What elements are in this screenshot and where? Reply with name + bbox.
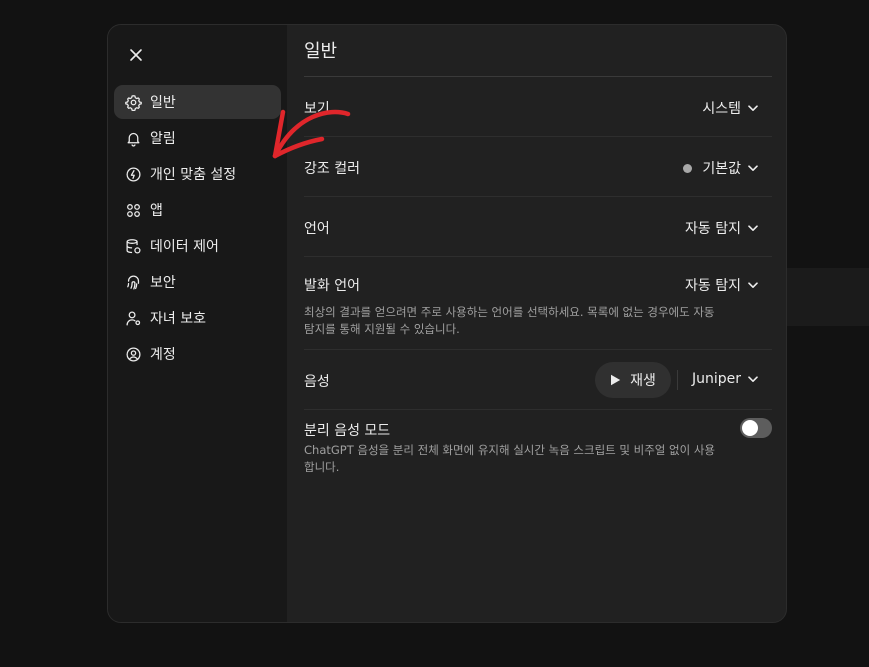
toggle-knob	[742, 420, 758, 436]
gear-icon	[124, 93, 142, 111]
sidebar-item-data-controls[interactable]: 데이터 제어	[114, 229, 281, 263]
spoken-language-label: 발화 언어	[304, 278, 360, 294]
sidebar-item-account[interactable]: 계정	[114, 337, 281, 371]
close-button[interactable]	[122, 41, 150, 69]
voice-dropdown[interactable]: Juniper	[692, 371, 758, 387]
setting-row-spoken-language: 발화 언어 자동 탐지 최상의 결과를 얻으려면 주로 사용하는 언어를 선택하…	[304, 257, 772, 350]
divider	[677, 370, 678, 390]
chevron-down-icon	[748, 164, 758, 172]
fingerprint-icon	[124, 273, 142, 291]
separate-voice-mode-label: 분리 음성 모드	[304, 423, 391, 439]
separate-voice-mode-description: ChatGPT 음성을 분리 전체 화면에 유지해 실시간 녹음 스크립트 및 …	[304, 443, 716, 474]
backdrop-panel	[786, 268, 869, 326]
sidebar-item-personalization[interactable]: 개인 맞춤 설정	[114, 157, 281, 191]
close-icon	[130, 49, 142, 61]
sidebar-item-label: 알림	[150, 131, 176, 147]
sidebar-item-label: 개인 맞춤 설정	[150, 167, 237, 183]
bell-icon	[124, 129, 142, 147]
play-label: 재생	[630, 373, 656, 389]
settings-nav: 일반 알림 개인 맞춤 설정 앱 데이터 제어 보안 자녀 보호 계정	[114, 85, 281, 373]
spoken-language-value: 자동 탐지	[685, 278, 741, 294]
accent-color-swatch	[683, 163, 693, 173]
sidebar-item-parental-controls[interactable]: 자녀 보호	[114, 301, 281, 335]
chevron-down-icon	[748, 224, 758, 232]
play-voice-button[interactable]: 재생	[595, 362, 671, 398]
accent-color-value: 기본값	[702, 161, 741, 177]
setting-row-separate-voice-mode: 분리 음성 모드 ChatGPT 음성을 분리 전체 화면에 유지해 실시간 녹…	[304, 410, 772, 490]
settings-modal: 일반 알림 개인 맞춤 설정 앱 데이터 제어 보안 자녀 보호 계정 일반 보…	[107, 24, 787, 623]
sidebar-item-label: 계정	[150, 347, 176, 363]
voice-label: 음성	[304, 374, 330, 390]
play-icon	[610, 374, 621, 386]
chevron-down-icon	[748, 375, 758, 383]
sidebar-item-label: 자녀 보호	[150, 311, 206, 327]
setting-row-appearance: 보기 시스템	[304, 77, 772, 137]
apps-grid-icon	[124, 201, 142, 219]
sidebar-item-apps[interactable]: 앱	[114, 193, 281, 227]
spoken-language-description: 최상의 결과를 얻으려면 주로 사용하는 언어를 선택하세요. 목록에 없는 경…	[304, 305, 715, 336]
setting-row-voice: 음성 재생 Juniper	[304, 350, 772, 410]
sidebar-item-general[interactable]: 일반	[114, 85, 281, 119]
sidebar-item-label: 앱	[150, 203, 163, 219]
chevron-down-icon	[748, 104, 758, 112]
appearance-label: 보기	[304, 101, 330, 117]
spoken-language-dropdown[interactable]: 자동 탐지	[685, 275, 758, 295]
setting-row-accent-color: 강조 컬러 기본값	[304, 137, 772, 197]
separate-voice-mode-toggle[interactable]	[740, 418, 772, 438]
account-icon	[124, 345, 142, 363]
appearance-value: 시스템	[702, 101, 741, 117]
appearance-dropdown[interactable]: 시스템	[702, 98, 758, 118]
personalization-icon	[124, 165, 142, 183]
accent-color-label: 강조 컬러	[304, 161, 360, 177]
accent-color-dropdown[interactable]: 기본값	[683, 158, 758, 178]
settings-content: 일반 보기 시스템 강조 컬러 기본값 언어 자동 탐지 발화 언어 자동 탐지…	[304, 25, 772, 622]
language-dropdown[interactable]: 자동 탐지	[685, 218, 758, 238]
setting-row-language: 언어 자동 탐지	[304, 197, 772, 257]
sidebar-item-security[interactable]: 보안	[114, 265, 281, 299]
database-icon	[124, 237, 142, 255]
language-value: 자동 탐지	[685, 221, 741, 237]
voice-value: Juniper	[691, 371, 741, 387]
sidebar-item-notifications[interactable]: 알림	[114, 121, 281, 155]
sidebar-item-label: 일반	[150, 95, 176, 111]
settings-sidebar: 일반 알림 개인 맞춤 설정 앱 데이터 제어 보안 자녀 보호 계정	[108, 25, 287, 622]
chevron-down-icon	[748, 281, 758, 289]
sidebar-item-label: 데이터 제어	[150, 239, 219, 255]
language-label: 언어	[304, 221, 330, 237]
page-title: 일반	[304, 41, 338, 62]
parental-control-icon	[124, 309, 142, 327]
sidebar-item-label: 보안	[150, 275, 176, 291]
